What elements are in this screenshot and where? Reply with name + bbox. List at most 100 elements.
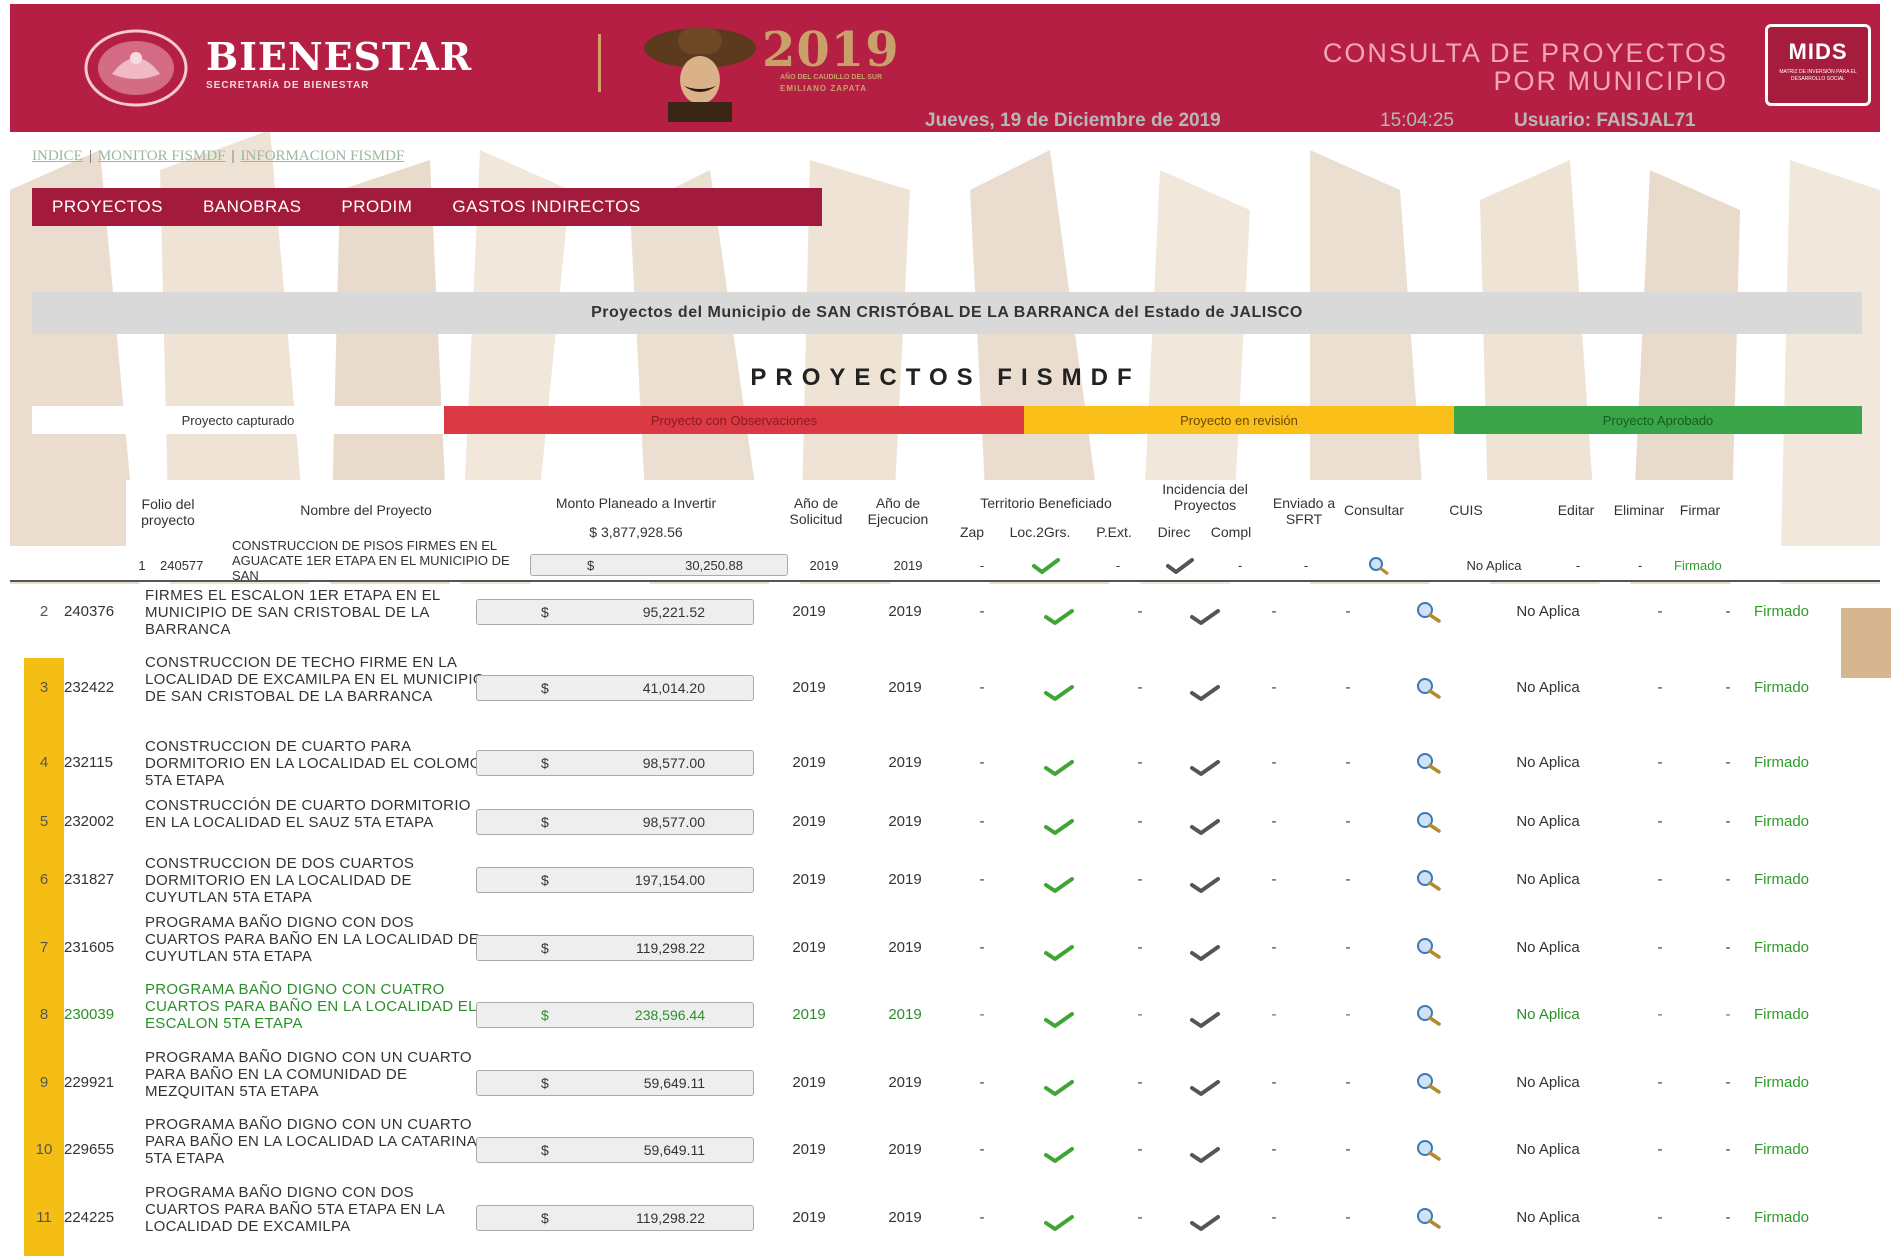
- row-firmado[interactable]: Firmado: [1754, 603, 1809, 620]
- nav-proyectos[interactable]: PROYECTOS: [32, 197, 183, 217]
- table-row[interactable]: 5 232002 CONSTRUCCIÓN DE CUARTO DORMITORIO…: [10, 786, 1880, 844]
- row-amount-field[interactable]: $119,298.22: [476, 935, 754, 961]
- row-amount-field[interactable]: $59,649.11: [476, 1137, 754, 1163]
- row-amount-field[interactable]: $ 30,250.88: [530, 554, 788, 576]
- nav-prodim[interactable]: PRODIM: [321, 197, 432, 217]
- table-row[interactable]: 9 229921 PROGRAMA BAÑO DIGNO CON UN CUARTO…: [10, 1047, 1880, 1115]
- row-firmado[interactable]: Firmado: [1754, 679, 1809, 696]
- row-eliminar[interactable]: -: [1716, 1006, 1740, 1023]
- row-cuis: No Aplica: [1516, 1074, 1580, 1091]
- row-cuis: No Aplica: [1516, 603, 1580, 620]
- row-eliminar[interactable]: -: [1716, 1074, 1740, 1091]
- row-eliminar[interactable]: -: [1716, 679, 1740, 696]
- row-cuis: No Aplica: [1516, 939, 1580, 956]
- row-project-name: PROGRAMA BAÑO DIGNO CON UN CUARTO PARA B…: [145, 1116, 477, 1167]
- row-firmado[interactable]: Firmado: [1754, 813, 1809, 830]
- link-monitor-fismdf[interactable]: MONITOR FISMDF: [98, 148, 226, 164]
- row-solicitud: 2019: [792, 1074, 826, 1091]
- row-firmado[interactable]: Firmado: [1754, 754, 1809, 771]
- row-ejecucion: 2019: [888, 1141, 922, 1158]
- nav-banobras[interactable]: BANOBRAS: [183, 197, 321, 217]
- row-solicitud: 2019: [792, 939, 826, 956]
- table-row[interactable]: 11 224225 PROGRAMA BAÑO DIGNO CON DOS CUAR…: [10, 1182, 1880, 1250]
- currency-symbol: $: [541, 940, 549, 956]
- check-gray-icon: [1190, 760, 1220, 776]
- row-editar[interactable]: -: [1648, 939, 1672, 956]
- magnifier-icon[interactable]: [1414, 1004, 1444, 1026]
- row-folio: 232422: [64, 679, 115, 696]
- check-green-icon: [1044, 760, 1074, 776]
- row-eliminar[interactable]: -: [1716, 603, 1740, 620]
- magnifier-icon[interactable]: [1414, 677, 1444, 699]
- row-folio: 231605: [64, 939, 115, 956]
- amount-value: 41,014.20: [642, 680, 705, 696]
- check-gray-icon: [1190, 945, 1220, 961]
- table-row[interactable]: 10 229655 PROGRAMA BAÑO DIGNO CON UN CUART…: [10, 1114, 1880, 1182]
- row-editar[interactable]: -: [1648, 1209, 1672, 1226]
- magnifier-icon[interactable]: [1414, 1072, 1444, 1094]
- link-indice[interactable]: INDICE: [32, 148, 83, 164]
- row-amount-field[interactable]: $95,221.52: [476, 599, 754, 625]
- row-firmado[interactable]: Firmado: [1674, 558, 1722, 573]
- row-pext: -: [1137, 939, 1143, 956]
- row-compl: -: [1271, 679, 1277, 696]
- row-firmado[interactable]: Firmado: [1754, 1006, 1809, 1023]
- row-number: 8: [39, 1006, 49, 1023]
- row-firmado[interactable]: Firmado: [1754, 871, 1809, 888]
- row-amount-field[interactable]: $41,014.20: [476, 675, 754, 701]
- magnifier-icon[interactable]: [1414, 811, 1444, 833]
- row-amount-field[interactable]: $197,154.00: [476, 867, 754, 893]
- row-firmado[interactable]: Firmado: [1754, 1074, 1809, 1091]
- row-editar[interactable]: -: [1648, 1006, 1672, 1023]
- row-eliminar[interactable]: -: [1716, 813, 1740, 830]
- row-amount-field[interactable]: $119,298.22: [476, 1205, 754, 1231]
- row-eliminar[interactable]: -: [1716, 1141, 1740, 1158]
- row-amount-field[interactable]: $59,649.11: [476, 1070, 754, 1096]
- magnifier-icon[interactable]: [1414, 601, 1444, 623]
- row-editar[interactable]: -: [1648, 679, 1672, 696]
- th-monto-total: $ 3,877,928.56: [589, 524, 683, 540]
- magnifier-icon[interactable]: [1414, 869, 1444, 891]
- magnifier-icon[interactable]: [1414, 937, 1444, 959]
- row-editar[interactable]: -: [1648, 1074, 1672, 1091]
- row-editar[interactable]: -: [1570, 558, 1586, 573]
- row-zap: -: [979, 1141, 985, 1158]
- magnifier-icon[interactable]: [1366, 556, 1394, 576]
- row-enviado: -: [1345, 603, 1351, 620]
- check-green-icon: [1044, 819, 1074, 835]
- row-editar[interactable]: -: [1648, 871, 1672, 888]
- row-eliminar[interactable]: -: [1716, 754, 1740, 771]
- table-row[interactable]: 2 240376 FIRMES EL ESCALON 1ER ETAPA EN EL…: [10, 576, 1880, 660]
- row-editar[interactable]: -: [1648, 754, 1672, 771]
- mexico-crest-icon: [84, 29, 188, 107]
- row-firmado[interactable]: Firmado: [1754, 1209, 1809, 1226]
- magnifier-icon[interactable]: [1414, 1139, 1444, 1161]
- row-eliminar[interactable]: -: [1716, 1209, 1740, 1226]
- link-informacion-fismdf[interactable]: INFORMACION FISMDF: [241, 148, 405, 164]
- table-row[interactable]: 8 230039 PROGRAMA BAÑO DIGNO CON CUATRO CU…: [10, 979, 1880, 1047]
- table-row[interactable]: 4 232115 CONSTRUCCION DE CUARTO PARA DORMI…: [10, 727, 1880, 795]
- row-amount-field[interactable]: $238,596.44: [476, 1002, 754, 1028]
- row-firmado[interactable]: Firmado: [1754, 939, 1809, 956]
- row-editar[interactable]: -: [1648, 1141, 1672, 1158]
- row-amount-field[interactable]: $98,577.00: [476, 809, 754, 835]
- check-gray-icon: [1190, 1012, 1220, 1028]
- row-eliminar[interactable]: -: [1716, 871, 1740, 888]
- row-amount-field[interactable]: $98,577.00: [476, 750, 754, 776]
- row-eliminar[interactable]: -: [1716, 939, 1740, 956]
- row-firmado[interactable]: Firmado: [1754, 1141, 1809, 1158]
- municipality-banner: Proyectos del Municipio de SAN CRISTÓBAL…: [32, 292, 1862, 334]
- row-editar[interactable]: -: [1648, 813, 1672, 830]
- table-row[interactable]: 3 232422 CONSTRUCCION DE TECHO FIRME EN LA…: [10, 652, 1880, 736]
- table-row[interactable]: 6 231827 CONSTRUCCION DE DOS CUARTOS DORMI…: [10, 844, 1880, 914]
- table-row[interactable]: 7 231605 PROGRAMA BAÑO DIGNO CON DOS CUART…: [10, 912, 1880, 980]
- row-editar[interactable]: -: [1648, 603, 1672, 620]
- magnifier-icon[interactable]: [1414, 752, 1444, 774]
- nav-gastos-indirectos[interactable]: GASTOS INDIRECTOS: [432, 197, 660, 217]
- magnifier-icon[interactable]: [1414, 1207, 1444, 1229]
- row-ejecucion: 2019: [888, 871, 922, 888]
- row-folio: 229921: [64, 1074, 115, 1091]
- row-eliminar[interactable]: -: [1632, 558, 1648, 573]
- th-direc: Direc: [1157, 524, 1191, 540]
- row-compl: -: [1271, 813, 1277, 830]
